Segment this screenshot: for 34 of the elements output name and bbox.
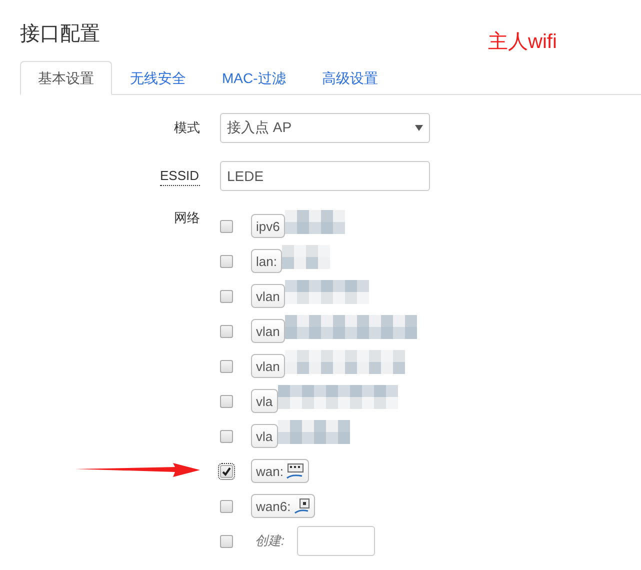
checkbox[interactable] [220, 290, 233, 302]
network-badge: wan: [251, 459, 310, 483]
field-label: 创建: [255, 532, 285, 550]
network-badge: vla [251, 424, 278, 448]
checkbox[interactable] [220, 464, 233, 478]
network-badge: vlan [251, 284, 285, 308]
network-badge: ipv6 [251, 214, 285, 238]
essid-field[interactable]: LEDE [220, 161, 430, 191]
network-badge: vlan [251, 354, 285, 378]
network-badge: vla [251, 389, 278, 413]
pixelated-redaction [284, 210, 345, 234]
caret-icon [415, 125, 423, 131]
checkbox[interactable] [220, 430, 233, 442]
checkbox[interactable] [220, 500, 233, 512]
page-title: 接口配置 [20, 22, 101, 47]
checkbox[interactable] [220, 254, 233, 268]
annotation-text: 主人wifi [488, 30, 557, 55]
checkbox[interactable] [220, 324, 233, 338]
port-icon [294, 498, 310, 514]
field-label: 模式 [173, 119, 201, 137]
network-badge: lan: [251, 249, 282, 273]
field-label: 网络 [173, 209, 201, 227]
field-label: ESSID [160, 165, 200, 186]
checkbox[interactable] [220, 394, 233, 408]
create-field[interactable] [296, 526, 375, 556]
checkbox[interactable] [220, 220, 233, 232]
checkbox[interactable] [220, 534, 233, 548]
pixelated-redaction [282, 245, 330, 269]
checkbox[interactable] [220, 360, 233, 372]
tab[interactable]: 基本设置 [20, 61, 112, 95]
network-badge: vlan [251, 319, 285, 343]
mode-select[interactable]: 接入点 AP [220, 113, 430, 143]
switch-icon [286, 463, 304, 479]
network-badge: wan6: [251, 494, 315, 518]
